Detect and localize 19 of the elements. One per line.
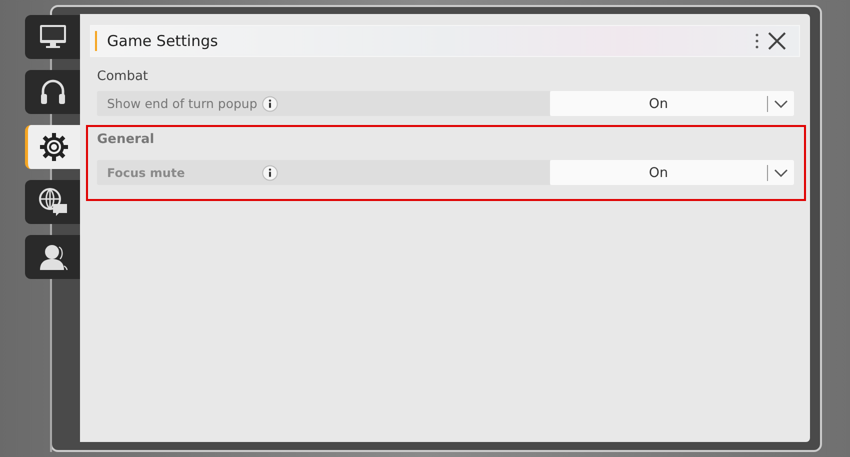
sidebar-tab[interactable] [25, 15, 80, 59]
sidebar-tab[interactable] [25, 235, 80, 279]
chevron-down-icon [774, 100, 788, 108]
info-icon[interactable] [262, 96, 278, 112]
chevron-down-icon [774, 168, 788, 176]
settings-icon [38, 131, 70, 163]
panel-title: Game Settings [107, 32, 218, 50]
value-dropdown[interactable]: On [550, 91, 794, 116]
sidebar-tab[interactable] [25, 70, 80, 114]
section-title: Combat [97, 69, 150, 84]
section-title: General [97, 132, 156, 147]
close-icon[interactable] [767, 31, 787, 51]
sidebar-tab[interactable] [25, 125, 80, 169]
setting-label: Focus mute [107, 166, 186, 180]
globe-chat-icon [36, 186, 68, 218]
sidebar-tab[interactable] [25, 180, 80, 224]
setting-label: Show end of turn popup [107, 96, 258, 111]
more-icon[interactable] [755, 33, 759, 49]
info-icon[interactable] [262, 164, 278, 180]
